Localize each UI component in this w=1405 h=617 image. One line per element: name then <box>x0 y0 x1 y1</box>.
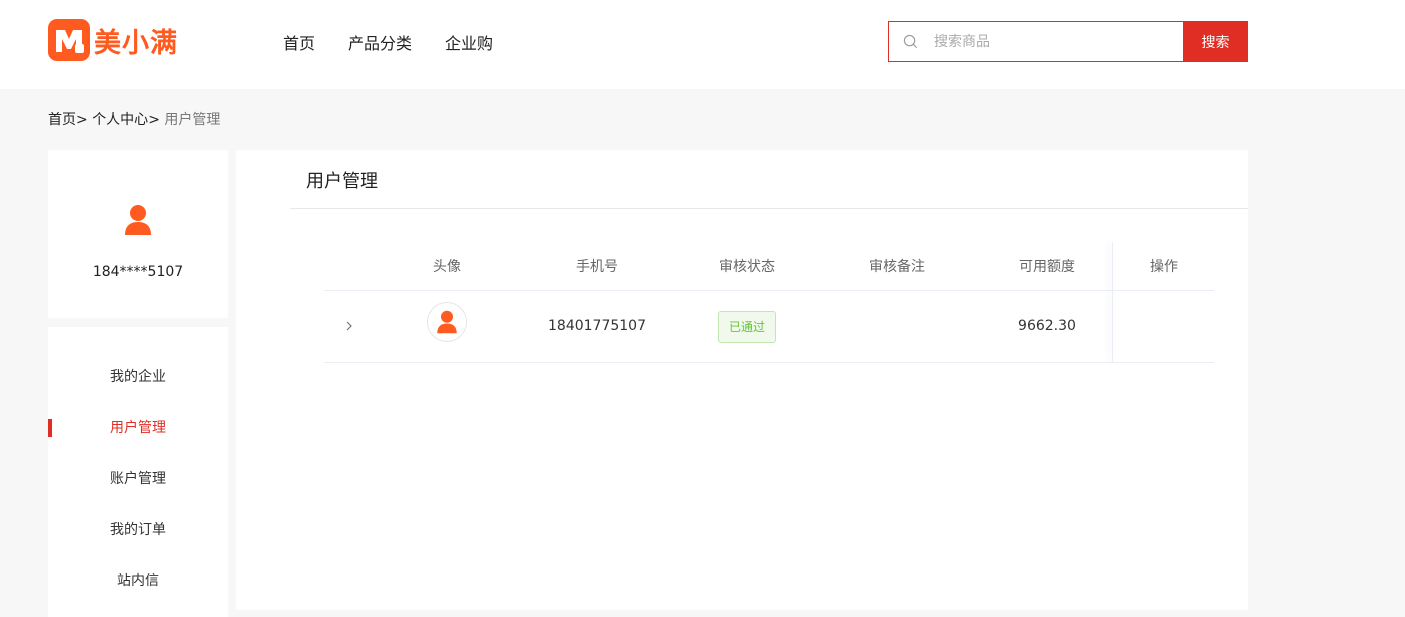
sidebar-item-my-enterprise[interactable]: 我的企业 <box>48 365 228 389</box>
search-button[interactable]: 搜索 <box>1183 21 1248 62</box>
search-bar: 搜索 <box>888 21 1248 62</box>
breadcrumb-separator: > <box>76 112 93 128</box>
nav-item-enterprise[interactable]: 企业购 <box>445 30 493 54</box>
sidebar-item-user-management[interactable]: 用户管理 <box>48 416 228 440</box>
column-header-action: 操作 <box>1150 259 1178 275</box>
search-input[interactable] <box>932 32 1152 51</box>
nav-item-home[interactable]: 首页 <box>283 30 315 54</box>
column-header-phone: 手机号 <box>576 259 618 275</box>
breadcrumb-personal-center[interactable]: 个人中心 <box>92 112 148 128</box>
breadcrumb: 首页> 个人中心> 用户管理 <box>48 109 220 129</box>
page-title: 用户管理 <box>306 171 378 192</box>
chevron-right-icon[interactable] <box>342 319 356 333</box>
user-icon <box>437 310 457 334</box>
brand-name: 美小满 <box>94 27 178 59</box>
title-divider <box>290 208 1248 209</box>
breadcrumb-home[interactable]: 首页 <box>48 112 76 128</box>
main-panel: 用户管理 头像 手机号 审核状态 审核备注 可用额度 操作 1840177510… <box>236 150 1248 610</box>
column-header-status: 审核状态 <box>719 259 775 275</box>
column-header-credit: 可用额度 <box>1019 259 1075 275</box>
sidebar-item-my-orders[interactable]: 我的订单 <box>48 518 228 542</box>
status-badge: 已通过 <box>718 311 776 343</box>
sidebar-item-messages[interactable]: 站内信 <box>48 569 228 593</box>
cell-phone: 18401775107 <box>548 318 646 334</box>
cell-credit: 9662.30 <box>1018 318 1076 334</box>
main-nav: 首页 产品分类 企业购 <box>283 30 526 54</box>
search-field <box>888 21 1183 62</box>
table-header: 头像 手机号 审核状态 审核备注 可用额度 操作 <box>324 242 1214 291</box>
sidebar-item-account-management[interactable]: 账户管理 <box>48 467 228 491</box>
user-table: 头像 手机号 审核状态 审核备注 可用额度 操作 18401775107 已通过… <box>324 242 1214 363</box>
top-header: 美小满 首页 产品分类 企业购 搜索 <box>0 0 1405 89</box>
avatar <box>427 302 467 342</box>
table-row: 18401775107 已通过 9662.30 <box>324 291 1214 363</box>
profile-phone: 184****5107 <box>92 264 184 280</box>
column-header-remark: 审核备注 <box>869 259 925 275</box>
column-header-avatar: 头像 <box>433 259 461 275</box>
nav-item-categories[interactable]: 产品分类 <box>348 30 412 54</box>
breadcrumb-current: 用户管理 <box>164 112 221 128</box>
sidebar-item-label: 用户管理 <box>110 420 166 436</box>
profile-card <box>48 150 228 318</box>
sidebar-menu: 我的企业 用户管理 账户管理 我的订单 站内信 <box>48 327 228 617</box>
brand-logo[interactable]: 美小满 <box>48 19 178 61</box>
breadcrumb-separator: > <box>148 112 165 128</box>
active-indicator <box>48 419 52 437</box>
fixed-column-divider <box>1112 242 1113 363</box>
logo-icon <box>48 19 90 61</box>
user-icon <box>125 205 151 235</box>
search-icon <box>903 34 917 48</box>
